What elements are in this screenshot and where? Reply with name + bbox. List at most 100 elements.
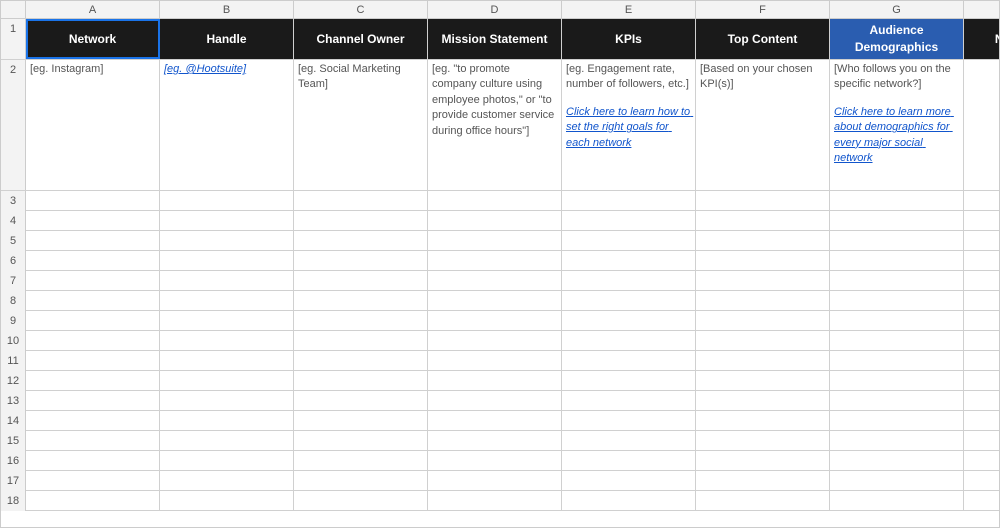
cell-B12[interactable]: [160, 371, 294, 391]
cell-F16[interactable]: [696, 451, 830, 471]
cell-A4[interactable]: [26, 211, 160, 231]
cell-G8[interactable]: [830, 291, 964, 311]
cell-d2[interactable]: [eg. "to promote company culture using e…: [428, 60, 562, 190]
cell-A9[interactable]: [26, 311, 160, 331]
cell-C5[interactable]: [294, 231, 428, 251]
cell-g2-link[interactable]: Click here to learn more about demograph…: [834, 105, 959, 167]
cell-b2[interactable]: [eg. @Hootsuite]: [160, 60, 294, 190]
cell-d1[interactable]: Mission Statement: [428, 19, 562, 59]
cell-B5[interactable]: [160, 231, 294, 251]
cell-B6[interactable]: [160, 251, 294, 271]
cell-B10[interactable]: [160, 331, 294, 351]
cell-F4[interactable]: [696, 211, 830, 231]
cell-E5[interactable]: [562, 231, 696, 251]
cell-F18[interactable]: [696, 491, 830, 511]
cell-c1[interactable]: Channel Owner: [294, 19, 428, 59]
cell-g2[interactable]: [Who follows you on the specific network…: [830, 60, 964, 190]
cell-E3[interactable]: [562, 191, 696, 211]
cell-H11[interactable]: [964, 351, 1000, 371]
cell-F5[interactable]: [696, 231, 830, 251]
cell-D9[interactable]: [428, 311, 562, 331]
cell-C14[interactable]: [294, 411, 428, 431]
cell-G12[interactable]: [830, 371, 964, 391]
cell-B13[interactable]: [160, 391, 294, 411]
cell-H4[interactable]: [964, 211, 1000, 231]
cell-D5[interactable]: [428, 231, 562, 251]
cell-C3[interactable]: [294, 191, 428, 211]
cell-F3[interactable]: [696, 191, 830, 211]
cell-E12[interactable]: [562, 371, 696, 391]
cell-E15[interactable]: [562, 431, 696, 451]
cell-e1[interactable]: KPIs: [562, 19, 696, 59]
cell-B11[interactable]: [160, 351, 294, 371]
cell-E13[interactable]: [562, 391, 696, 411]
cell-A5[interactable]: [26, 231, 160, 251]
cell-C13[interactable]: [294, 391, 428, 411]
cell-B9[interactable]: [160, 311, 294, 331]
cell-D6[interactable]: [428, 251, 562, 271]
cell-G18[interactable]: [830, 491, 964, 511]
cell-H12[interactable]: [964, 371, 1000, 391]
cell-E6[interactable]: [562, 251, 696, 271]
cell-H6[interactable]: [964, 251, 1000, 271]
cell-C15[interactable]: [294, 431, 428, 451]
cell-B3[interactable]: [160, 191, 294, 211]
cell-B7[interactable]: [160, 271, 294, 291]
cell-b1[interactable]: Handle: [160, 19, 294, 59]
cell-f2[interactable]: [Based on your chosen KPI(s)]: [696, 60, 830, 190]
cell-H8[interactable]: [964, 291, 1000, 311]
cell-A18[interactable]: [26, 491, 160, 511]
cell-G4[interactable]: [830, 211, 964, 231]
cell-F9[interactable]: [696, 311, 830, 331]
cell-E4[interactable]: [562, 211, 696, 231]
cell-F12[interactable]: [696, 371, 830, 391]
cell-G17[interactable]: [830, 471, 964, 491]
cell-B15[interactable]: [160, 431, 294, 451]
cell-F6[interactable]: [696, 251, 830, 271]
cell-D7[interactable]: [428, 271, 562, 291]
cell-B18[interactable]: [160, 491, 294, 511]
cell-G6[interactable]: [830, 251, 964, 271]
cell-F8[interactable]: [696, 291, 830, 311]
cell-F14[interactable]: [696, 411, 830, 431]
cell-H15[interactable]: [964, 431, 1000, 451]
cell-A8[interactable]: [26, 291, 160, 311]
cell-A13[interactable]: [26, 391, 160, 411]
cell-a2[interactable]: [eg. Instagram]: [26, 60, 160, 190]
cell-B4[interactable]: [160, 211, 294, 231]
cell-E16[interactable]: [562, 451, 696, 471]
cell-E8[interactable]: [562, 291, 696, 311]
cell-A16[interactable]: [26, 451, 160, 471]
cell-A3[interactable]: [26, 191, 160, 211]
cell-D12[interactable]: [428, 371, 562, 391]
cell-f1[interactable]: Top Content: [696, 19, 830, 59]
cell-H17[interactable]: [964, 471, 1000, 491]
cell-D10[interactable]: [428, 331, 562, 351]
cell-A10[interactable]: [26, 331, 160, 351]
cell-G13[interactable]: [830, 391, 964, 411]
cell-D4[interactable]: [428, 211, 562, 231]
cell-H18[interactable]: [964, 491, 1000, 511]
cell-E14[interactable]: [562, 411, 696, 431]
cell-A17[interactable]: [26, 471, 160, 491]
cell-H5[interactable]: [964, 231, 1000, 251]
cell-h1[interactable]: Notes: [964, 19, 1000, 59]
cell-C7[interactable]: [294, 271, 428, 291]
cell-H3[interactable]: [964, 191, 1000, 211]
cell-E9[interactable]: [562, 311, 696, 331]
cell-B14[interactable]: [160, 411, 294, 431]
cell-H9[interactable]: [964, 311, 1000, 331]
cell-H14[interactable]: [964, 411, 1000, 431]
cell-F10[interactable]: [696, 331, 830, 351]
cell-G10[interactable]: [830, 331, 964, 351]
cell-F17[interactable]: [696, 471, 830, 491]
cell-D14[interactable]: [428, 411, 562, 431]
cell-D13[interactable]: [428, 391, 562, 411]
cell-C8[interactable]: [294, 291, 428, 311]
cell-G11[interactable]: [830, 351, 964, 371]
cell-E10[interactable]: [562, 331, 696, 351]
cell-C18[interactable]: [294, 491, 428, 511]
cell-b2-link[interactable]: [eg. @Hootsuite]: [164, 62, 246, 77]
cell-F13[interactable]: [696, 391, 830, 411]
cell-H13[interactable]: [964, 391, 1000, 411]
